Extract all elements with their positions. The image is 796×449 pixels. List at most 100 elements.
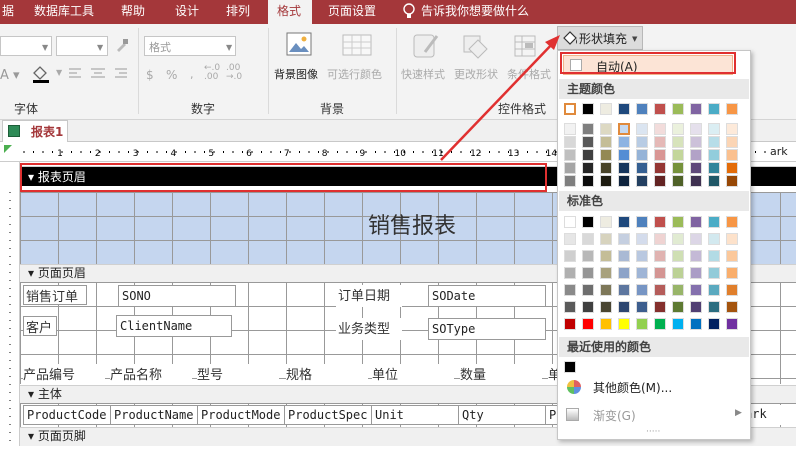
tab-report1[interactable]: 报表1 bbox=[2, 120, 68, 142]
theme-color-swatch[interactable] bbox=[564, 103, 576, 115]
standard-color-swatch[interactable] bbox=[726, 267, 738, 279]
theme-color-swatch[interactable] bbox=[582, 123, 594, 135]
label-business-type[interactable]: 业务类型 bbox=[336, 318, 402, 340]
theme-color-swatch[interactable] bbox=[726, 162, 738, 174]
align-right-icon[interactable] bbox=[112, 68, 128, 80]
standard-color-swatch[interactable] bbox=[582, 250, 594, 262]
standard-color-swatch[interactable] bbox=[582, 301, 594, 313]
standard-color-swatch[interactable] bbox=[708, 284, 720, 296]
standard-color-swatch[interactable] bbox=[654, 267, 666, 279]
theme-color-swatch[interactable] bbox=[690, 149, 702, 161]
theme-color-swatch[interactable] bbox=[690, 136, 702, 148]
theme-color-swatch[interactable] bbox=[564, 123, 576, 135]
standard-color-swatch[interactable] bbox=[636, 267, 648, 279]
standard-color-swatch[interactable] bbox=[636, 301, 648, 313]
theme-color-swatch[interactable] bbox=[708, 175, 720, 187]
tell-me-search[interactable]: 告诉我你想要做什么 bbox=[421, 0, 541, 24]
tab-help[interactable]: 帮助 bbox=[121, 0, 151, 24]
theme-color-swatch[interactable] bbox=[564, 175, 576, 187]
theme-color-swatch[interactable] bbox=[672, 175, 684, 187]
theme-color-swatch[interactable] bbox=[672, 136, 684, 148]
theme-color-swatch[interactable] bbox=[618, 123, 630, 135]
theme-color-swatch[interactable] bbox=[654, 123, 666, 135]
theme-color-swatch[interactable] bbox=[618, 136, 630, 148]
theme-color-swatch[interactable] bbox=[654, 162, 666, 174]
field-sotype[interactable]: SOType bbox=[428, 318, 546, 340]
conditional-format-icon[interactable] bbox=[511, 30, 545, 62]
decrease-decimal-icon[interactable]: .00 →.0 bbox=[226, 64, 242, 82]
theme-color-swatch[interactable] bbox=[708, 162, 720, 174]
field-clientname[interactable]: ClientName bbox=[116, 315, 232, 337]
shape-fill-button[interactable]: 形状填充 ▼ bbox=[557, 26, 643, 50]
standard-color-swatch[interactable] bbox=[708, 250, 720, 262]
field-productcode[interactable]: ProductCode bbox=[23, 405, 111, 425]
theme-color-swatch[interactable] bbox=[636, 162, 648, 174]
theme-color-swatch[interactable] bbox=[654, 149, 666, 161]
standard-color-swatch[interactable] bbox=[600, 216, 612, 228]
background-image-icon[interactable] bbox=[281, 30, 315, 62]
standard-color-swatch[interactable] bbox=[708, 267, 720, 279]
theme-color-swatch[interactable] bbox=[564, 136, 576, 148]
standard-color-swatch[interactable] bbox=[582, 284, 594, 296]
theme-color-swatch[interactable] bbox=[636, 136, 648, 148]
standard-color-swatch[interactable] bbox=[726, 301, 738, 313]
theme-color-swatch[interactable] bbox=[690, 123, 702, 135]
theme-color-swatch[interactable] bbox=[690, 103, 702, 115]
theme-color-swatch[interactable] bbox=[672, 123, 684, 135]
align-center-icon[interactable] bbox=[90, 68, 106, 80]
standard-color-swatch[interactable] bbox=[564, 267, 576, 279]
theme-color-swatch[interactable] bbox=[726, 103, 738, 115]
gradient-option[interactable]: 渐变(G) ▶ bbox=[559, 403, 749, 427]
standard-color-swatch[interactable] bbox=[708, 216, 720, 228]
alternate-row-color-button[interactable]: 可选行颜色 bbox=[327, 66, 382, 82]
theme-color-swatch[interactable] bbox=[726, 175, 738, 187]
standard-color-swatch[interactable] bbox=[654, 216, 666, 228]
field-productmodel[interactable]: ProductMode bbox=[197, 405, 285, 425]
label-sales-order[interactable]: 销售订单 bbox=[23, 285, 87, 305]
theme-color-swatch[interactable] bbox=[636, 103, 648, 115]
change-shape-icon[interactable] bbox=[459, 30, 493, 62]
standard-color-swatch[interactable] bbox=[672, 233, 684, 245]
theme-color-swatch[interactable] bbox=[690, 162, 702, 174]
background-image-button[interactable]: 背景图像 bbox=[274, 66, 318, 82]
theme-color-swatch[interactable] bbox=[672, 103, 684, 115]
theme-color-swatch[interactable] bbox=[582, 175, 594, 187]
theme-color-swatch[interactable] bbox=[726, 136, 738, 148]
standard-color-swatch[interactable] bbox=[672, 267, 684, 279]
standard-color-swatch[interactable] bbox=[654, 301, 666, 313]
standard-color-swatch[interactable] bbox=[600, 267, 612, 279]
theme-color-swatch[interactable] bbox=[654, 136, 666, 148]
standard-color-swatch[interactable] bbox=[582, 318, 594, 330]
standard-color-swatch[interactable] bbox=[690, 284, 702, 296]
label-client[interactable]: 客户 bbox=[23, 316, 57, 336]
standard-color-swatch[interactable] bbox=[618, 216, 630, 228]
more-colors-option[interactable]: 其他颜色(M)... bbox=[559, 375, 749, 399]
theme-color-swatch[interactable] bbox=[636, 175, 648, 187]
theme-color-swatch[interactable] bbox=[708, 136, 720, 148]
theme-color-swatch[interactable] bbox=[654, 175, 666, 187]
format-combo[interactable]: 格式 bbox=[144, 36, 236, 56]
theme-color-swatch[interactable] bbox=[726, 149, 738, 161]
standard-color-swatch[interactable] bbox=[726, 284, 738, 296]
standard-color-swatch[interactable] bbox=[726, 216, 738, 228]
column-header-spec[interactable]: 规格 bbox=[286, 364, 368, 384]
standard-color-swatch[interactable] bbox=[690, 250, 702, 262]
percent-icon[interactable]: % bbox=[166, 68, 177, 82]
change-shape-button[interactable]: 更改形状 bbox=[454, 66, 498, 82]
standard-color-swatch[interactable] bbox=[582, 233, 594, 245]
standard-color-swatch[interactable] bbox=[600, 233, 612, 245]
standard-color-swatch[interactable] bbox=[726, 233, 738, 245]
standard-color-swatch[interactable] bbox=[618, 284, 630, 296]
column-header-unit[interactable]: 单位 bbox=[372, 364, 454, 384]
standard-color-swatch[interactable] bbox=[564, 250, 576, 262]
tab-data[interactable]: 据 bbox=[0, 0, 24, 24]
conditional-format-button[interactable]: 条件格式 bbox=[507, 66, 555, 82]
standard-color-swatch[interactable] bbox=[654, 284, 666, 296]
standard-color-swatch[interactable] bbox=[690, 301, 702, 313]
theme-color-swatch[interactable] bbox=[618, 162, 630, 174]
standard-color-swatch[interactable] bbox=[618, 318, 630, 330]
standard-color-swatch[interactable] bbox=[636, 284, 648, 296]
currency-icon[interactable]: $ bbox=[146, 68, 154, 82]
standard-color-swatch[interactable] bbox=[636, 318, 648, 330]
standard-color-swatch[interactable] bbox=[672, 284, 684, 296]
